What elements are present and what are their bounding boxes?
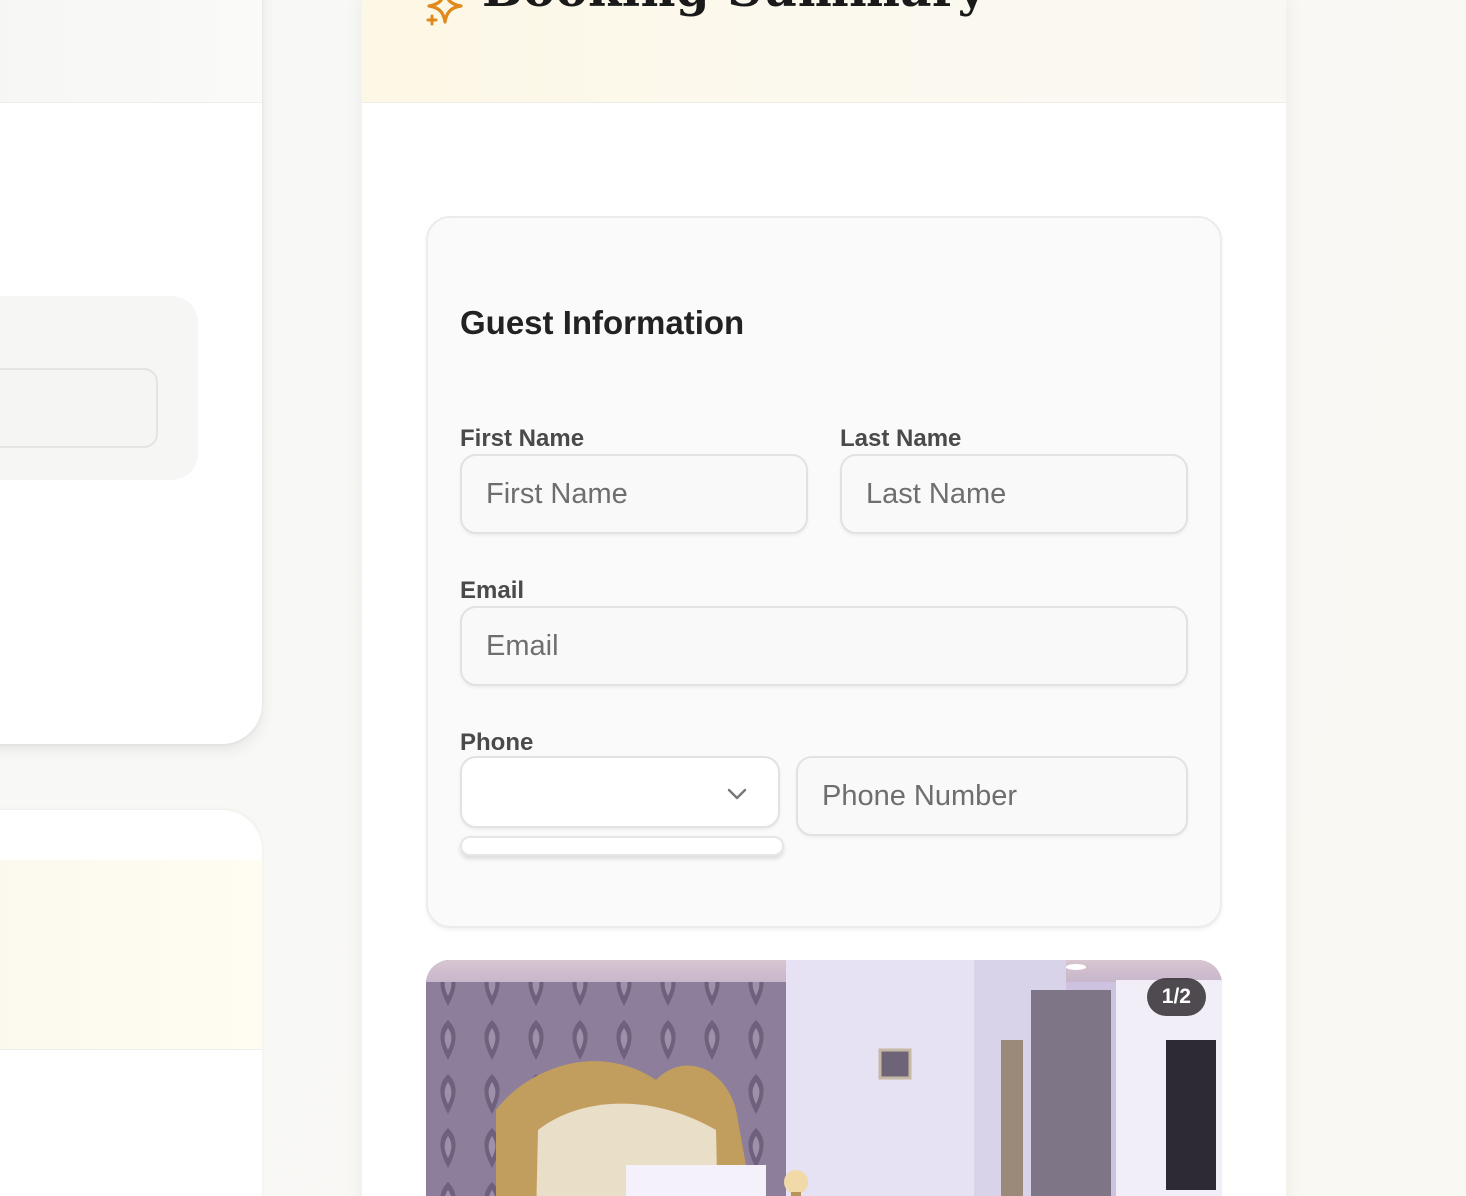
last-name-field[interactable] <box>840 454 1188 534</box>
first-name-field[interactable] <box>460 454 808 534</box>
booking-summary-header: Booking Summary <box>362 0 1286 103</box>
left-card-secondary <box>0 810 262 1196</box>
country-code-dropdown[interactable] <box>460 836 784 856</box>
chevron-down-icon <box>727 788 747 800</box>
email-label: Email <box>460 577 525 604</box>
image-counter-badge: 1/2 <box>1146 978 1206 1016</box>
guest-information-card: Guest Information First Name Last Name E… <box>426 216 1222 928</box>
left-panel <box>0 296 198 480</box>
left-card-header <box>0 0 262 103</box>
sparkle-icon <box>426 0 463 26</box>
page-title: Booking Summary <box>482 0 986 18</box>
room-photo[interactable]: 1/2 <box>426 960 1222 1196</box>
first-name-label: First Name <box>460 425 585 452</box>
left-input-field[interactable] <box>0 368 158 448</box>
country-code-select[interactable] <box>460 756 780 828</box>
last-name-label: Last Name <box>840 425 962 452</box>
room-photo-illustration <box>426 960 1222 1196</box>
left-card-secondary-header <box>0 860 262 1050</box>
background-glow <box>1286 0 1466 1196</box>
booking-summary-card: Booking Summary Guest Information First … <box>362 0 1286 1196</box>
phone-number-field[interactable] <box>796 756 1188 836</box>
email-field[interactable] <box>460 606 1188 686</box>
phone-label: Phone <box>460 729 534 756</box>
guest-information-title: Guest Information <box>460 304 745 341</box>
left-card <box>0 0 262 744</box>
